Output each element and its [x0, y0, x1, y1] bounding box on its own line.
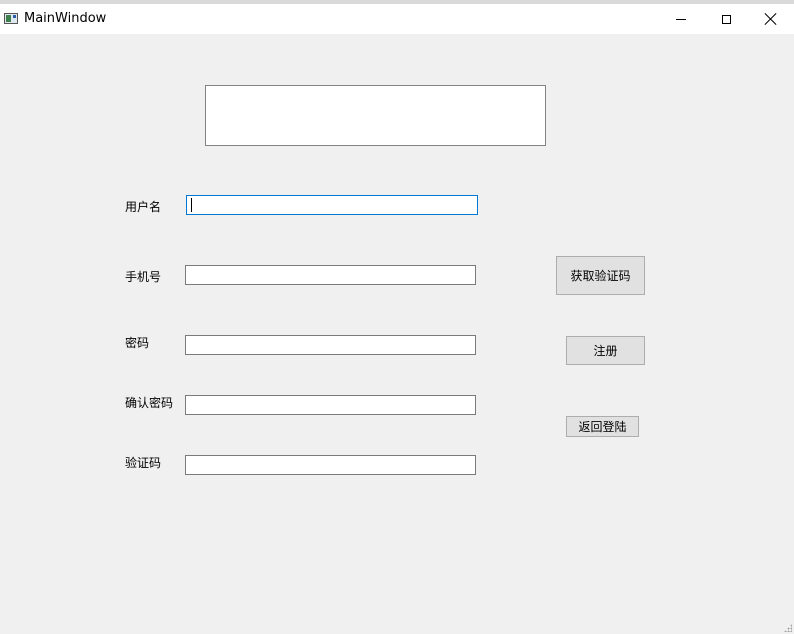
text-caret: [191, 198, 192, 212]
minimize-icon: [676, 18, 686, 20]
resize-grip-icon[interactable]: [784, 624, 792, 632]
display-area: [205, 85, 546, 146]
window-title: MainWindow: [24, 11, 107, 26]
username-label: 用户名: [125, 200, 162, 214]
title-bar: MainWindow: [0, 0, 794, 34]
register-button[interactable]: 注册: [566, 336, 645, 365]
minimize-button[interactable]: [658, 4, 704, 34]
password-input[interactable]: [185, 335, 476, 355]
phone-label: 手机号: [125, 270, 162, 284]
password-label: 密码: [125, 336, 150, 350]
confirm-password-input[interactable]: [185, 395, 476, 415]
maximize-button[interactable]: [703, 4, 749, 34]
verify-code-input[interactable]: [185, 455, 476, 475]
username-input[interactable]: [186, 195, 478, 215]
verify-code-label: 验证码: [125, 456, 162, 470]
back-to-login-button[interactable]: 返回登陆: [566, 416, 639, 437]
confirm-password-label: 确认密码: [125, 396, 174, 410]
close-icon: [765, 13, 777, 25]
get-code-button[interactable]: 获取验证码: [556, 256, 645, 295]
close-button[interactable]: [748, 4, 794, 34]
maximize-icon: [721, 14, 731, 24]
phone-input[interactable]: [185, 265, 476, 285]
app-window-icon: [4, 13, 18, 24]
